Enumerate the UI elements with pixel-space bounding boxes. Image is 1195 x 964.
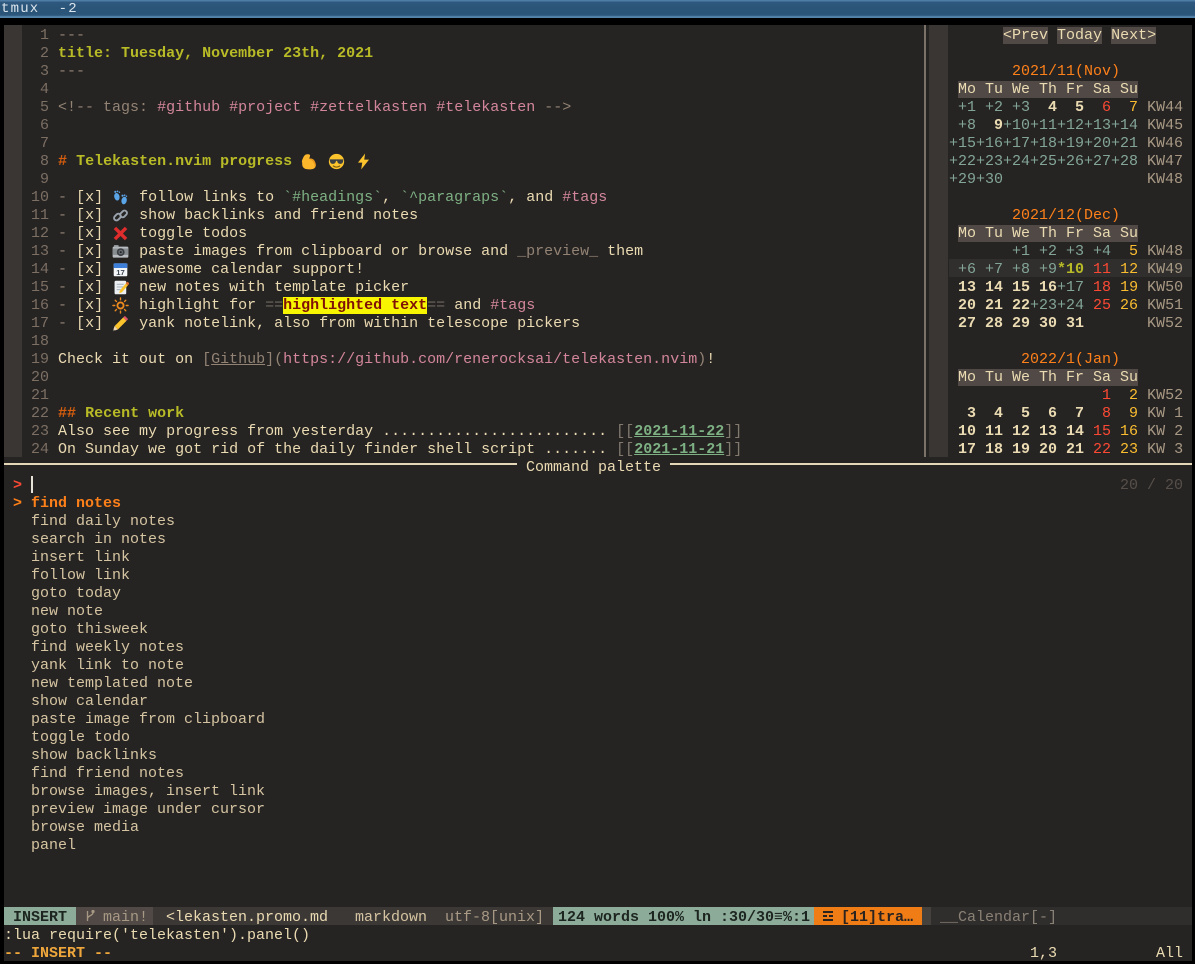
svg-text:17: 17	[116, 268, 124, 277]
